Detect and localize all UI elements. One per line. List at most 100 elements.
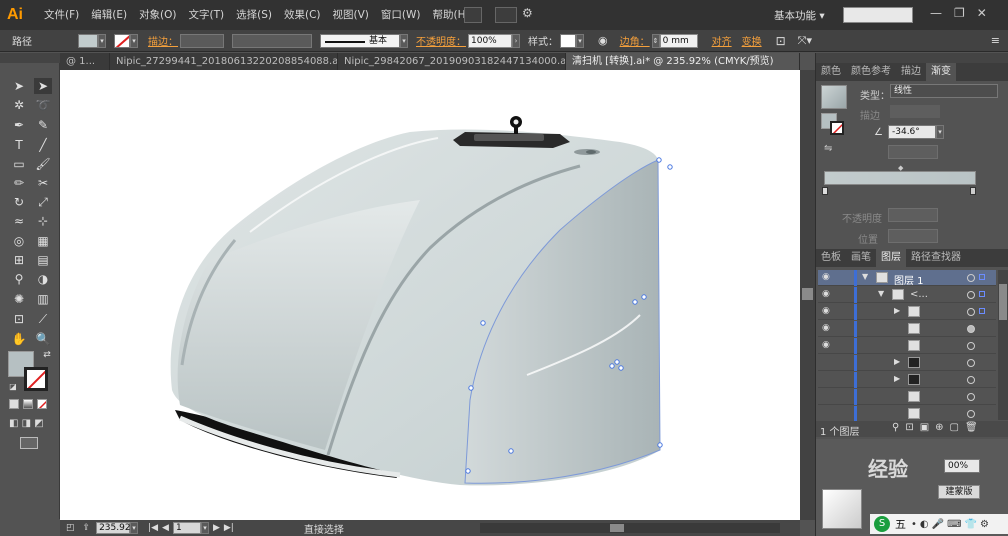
target-icon[interactable] [967, 342, 975, 350]
artboard-tool-icon[interactable]: ⊡ [10, 311, 28, 327]
layers-scrollbar[interactable] [998, 270, 1008, 420]
width-tool-icon[interactable]: ≈ [10, 213, 28, 229]
scale-tool-icon[interactable]: ⤢ [34, 194, 52, 210]
layer-row[interactable]: ◉ [818, 321, 996, 337]
transform-link[interactable]: 变换 [742, 33, 762, 48]
gradient-slider-bar[interactable] [824, 171, 976, 185]
ime-tools-icons[interactable]: •◐🎤⌨👕⚙ [911, 519, 992, 530]
screen-mode-icon[interactable] [20, 437, 38, 449]
opacity-field[interactable]: 100% [468, 33, 512, 48]
hand-tool-icon[interactable]: ✋ [10, 331, 28, 347]
default-colors-icon[interactable]: ◪ [4, 379, 22, 395]
menu-item[interactable]: 文字(T) [183, 0, 231, 30]
gradient-midpoint-diamond[interactable]: ◆ [898, 164, 903, 172]
options-icon[interactable]: ⤧▾ [798, 34, 812, 48]
menu-item[interactable]: 视图(V) [327, 0, 375, 30]
slice-tool-icon[interactable]: ⟋ [34, 311, 52, 327]
corner-stepper[interactable]: ⇕ [651, 33, 660, 48]
gradient-stroke-indicator[interactable] [830, 121, 844, 135]
tab-doc-3[interactable]: Nipic_29842067_20190903182447134000.ai* [338, 53, 566, 70]
layers-scroll-thumb[interactable] [999, 284, 1007, 320]
reverse-gradient-icon[interactable]: ⇋ [824, 143, 832, 154]
stroke-dropdown[interactable]: ▾ [130, 33, 138, 48]
brush-definition[interactable]: 基本 [320, 33, 400, 48]
corner-label[interactable]: 边角： [620, 33, 650, 48]
ime-logo-icon[interactable]: S [874, 516, 890, 532]
direct-selection-tool-icon[interactable]: ➤ [34, 78, 52, 94]
artboard-nav-icon[interactable]: ◰ [66, 523, 75, 533]
target-icon[interactable] [967, 410, 975, 418]
magic-wand-tool-icon[interactable]: ✲ [10, 97, 28, 113]
stroke-swatch[interactable] [114, 33, 130, 48]
last-artboard-icon[interactable]: ▶| [224, 523, 234, 533]
selection-indicator[interactable] [979, 308, 985, 314]
paintbrush-tool-icon[interactable]: 🖌 [34, 156, 52, 172]
tab-doc-1[interactable]: @ 1... [60, 53, 110, 70]
brush-dropdown[interactable]: ▾ [400, 33, 408, 48]
swap-colors-icon[interactable]: ⇄ [38, 347, 56, 363]
isolate-icon[interactable]: ⊡ [776, 34, 786, 48]
layer-row[interactable] [818, 389, 996, 405]
recolor-icon[interactable]: ◉ [598, 34, 608, 47]
target-icon[interactable] [967, 376, 975, 384]
selection-indicator[interactable] [979, 291, 985, 297]
gradient-tool-icon[interactable]: ▤ [34, 252, 52, 268]
target-icon[interactable] [967, 274, 975, 282]
target-icon[interactable] [967, 308, 975, 316]
free-transform-tool-icon[interactable]: ⊹ [34, 213, 52, 229]
vertical-scroll-thumb[interactable] [802, 288, 813, 300]
tab-layers[interactable]: 图层 [876, 249, 906, 267]
layer-row[interactable]: ▶ [818, 372, 996, 388]
chevron-down-icon[interactable]: ▼ [862, 272, 868, 281]
help-search-input[interactable] [843, 7, 913, 23]
graph-tool-icon[interactable]: ▥ [34, 291, 52, 307]
target-icon[interactable] [967, 359, 975, 367]
eyedropper-tool-icon[interactable]: ⚲ [10, 271, 28, 287]
tab-doc-active[interactable]: 清扫机 [转换].ai* @ 235.92% (CMYK/预览) [566, 53, 800, 70]
tab-gradient[interactable]: 渐变 [926, 63, 956, 81]
ime-mode-label[interactable]: 五 [895, 516, 906, 532]
fill-dropdown[interactable]: ▾ [98, 33, 106, 48]
pencil-tool-icon[interactable]: ✏ [10, 175, 28, 191]
layer-row[interactable]: ◉ ▶ [818, 304, 996, 320]
next-artboard-icon[interactable]: ▶ [213, 523, 220, 533]
workspace-switcher[interactable]: 基本功能 ▾ [774, 8, 825, 23]
layer-row[interactable]: ◉ ▼ <... [818, 287, 996, 303]
draw-modes-icon[interactable]: ◧ ◨ ◩ [9, 418, 44, 429]
curvature-tool-icon[interactable]: ✎ [34, 117, 52, 133]
eye-icon[interactable]: ◉ [822, 290, 832, 299]
bridge-icon[interactable] [464, 7, 482, 23]
opacity-label[interactable]: 不透明度： [416, 33, 466, 48]
pen-tool-icon[interactable]: ✒ [10, 117, 28, 133]
chevron-down-icon[interactable]: ▼ [878, 289, 884, 298]
target-icon[interactable] [967, 393, 975, 401]
eye-icon[interactable]: ◉ [822, 341, 832, 350]
stroke-color-swatch[interactable] [24, 367, 48, 391]
menu-item[interactable]: 对象(O) [133, 0, 182, 30]
shape-builder-tool-icon[interactable]: ◎ [10, 233, 28, 249]
style-swatch[interactable] [560, 33, 576, 48]
layers-footer-icons[interactable]: ⚲⊡▣⊕▢🗑 [892, 422, 984, 433]
lasso-tool-icon[interactable]: ➰ [34, 97, 52, 113]
arrange-documents-icon[interactable] [495, 7, 517, 23]
minimize-button[interactable]: — [930, 6, 942, 20]
blend-tool-icon[interactable]: ◑ [34, 271, 52, 287]
chevron-right-icon[interactable]: ▶ [894, 357, 900, 366]
line-tool-icon[interactable]: ╱ [34, 137, 52, 153]
share-icon[interactable]: ⇪ [83, 523, 91, 533]
rectangle-tool-icon[interactable]: ▭ [10, 156, 28, 172]
canvas-area[interactable] [60, 70, 800, 520]
selection-tool-icon[interactable]: ➤ [10, 78, 28, 94]
panel-collapse-bar[interactable] [816, 53, 1008, 63]
maximize-button[interactable]: ❐ [954, 6, 965, 20]
gradient-angle-field[interactable]: -34.6° [888, 125, 936, 139]
tab-color-guide[interactable]: 颜色参考 [846, 63, 896, 81]
stroke-label[interactable]: 描边： [148, 33, 178, 48]
scissors-tool-icon[interactable]: ✂ [34, 175, 52, 191]
eye-icon[interactable]: ◉ [822, 307, 832, 316]
tab-doc-2[interactable]: Nipic_27299441_20180613220208854088.ai* [110, 53, 338, 70]
symbol-sprayer-tool-icon[interactable]: ✺ [10, 291, 28, 307]
angle-dropdown[interactable]: ▾ [936, 125, 944, 139]
gradient-mode-button[interactable] [23, 399, 33, 409]
layer-row[interactable]: ◉ ▼ 图层 1 [818, 270, 996, 287]
